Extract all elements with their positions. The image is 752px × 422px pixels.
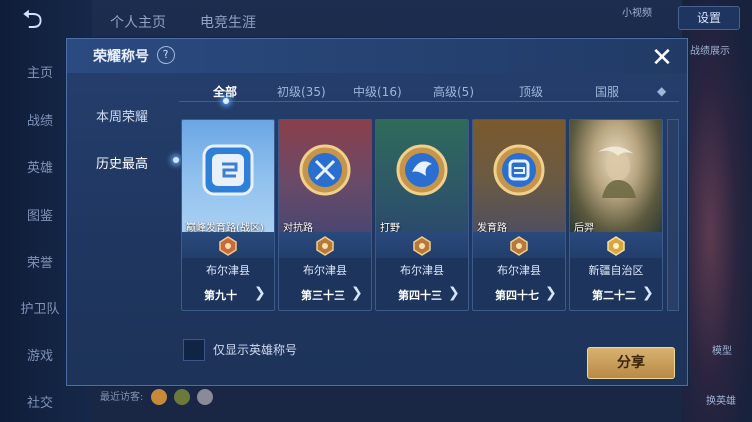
card-region: 布尔津县 bbox=[303, 264, 347, 277]
visitor-avatar[interactable] bbox=[150, 389, 167, 405]
card-region: 布尔津县 bbox=[497, 264, 541, 277]
tab-beginner[interactable]: 初级(35) bbox=[277, 83, 326, 100]
share-button[interactable]: 分享 bbox=[587, 347, 675, 379]
chevron-right-icon[interactable]: ❯ bbox=[448, 285, 460, 301]
rank-badge-icon bbox=[219, 236, 237, 256]
card-rank-row[interactable]: 第四十三 ❯ bbox=[376, 282, 468, 308]
bg-tab-esports[interactable]: 电竞生涯 bbox=[200, 12, 256, 32]
chevron-right-icon[interactable]: ❯ bbox=[642, 285, 654, 301]
side-item-this-week[interactable]: 本周荣耀 bbox=[67, 106, 177, 125]
card-ribbon bbox=[279, 232, 371, 258]
tab-top[interactable]: 顶级 bbox=[519, 83, 543, 100]
honor-title-modal: 荣耀称号 ? ✕ 本周荣耀 历史最高 全部 初级(35) 中级(16) 高级(5… bbox=[66, 38, 688, 386]
card-region: 新疆自治区 bbox=[588, 264, 644, 277]
bg-label-switch-hero[interactable]: 换英雄 bbox=[706, 392, 736, 407]
title-card[interactable]: 打野 布尔津县 第四十三 ❯ bbox=[375, 119, 469, 311]
peak-emblem-icon bbox=[202, 144, 254, 196]
card-ribbon bbox=[570, 232, 662, 258]
title-card[interactable]: 后羿 新疆自治区 第二十二 ❯ bbox=[569, 119, 663, 311]
sword-emblem-icon bbox=[299, 144, 351, 196]
modal-title: 荣耀称号 bbox=[93, 49, 149, 65]
visitor-avatar[interactable] bbox=[196, 389, 213, 405]
bg-label-showcase[interactable]: 战绩展示 bbox=[690, 42, 730, 57]
title-card-partial[interactable] bbox=[667, 119, 679, 311]
card-ribbon bbox=[376, 232, 468, 258]
card-ribbon bbox=[182, 232, 274, 258]
tab-intermediate[interactable]: 中级(16) bbox=[353, 83, 402, 100]
rank-badge-icon bbox=[510, 236, 528, 256]
chevron-right-icon[interactable]: ❯ bbox=[351, 285, 363, 301]
chevron-right-icon[interactable]: ❯ bbox=[254, 285, 266, 301]
jungle-emblem-icon bbox=[396, 144, 448, 196]
rank-badge-icon bbox=[607, 236, 625, 256]
hero-only-checkbox[interactable] bbox=[183, 339, 205, 361]
bg-tab-profile[interactable]: 个人主页 bbox=[110, 12, 166, 32]
card-region: 布尔津县 bbox=[206, 264, 250, 277]
card-rank-row[interactable]: 第九十 ❯ bbox=[182, 282, 274, 308]
close-icon[interactable]: ✕ bbox=[647, 43, 677, 73]
card-rank: 第三十三 bbox=[301, 289, 345, 302]
title-card[interactable]: 对抗路 布尔津县 第三十三 ❯ bbox=[278, 119, 372, 311]
title-card[interactable]: 巅峰发育路(战区) 布尔津县 第九十 ❯ bbox=[181, 119, 275, 311]
side-item-history-best[interactable]: 历史最高 bbox=[67, 153, 177, 172]
card-rank-row[interactable]: 第四十七 ❯ bbox=[473, 282, 565, 308]
hero-portrait-icon bbox=[598, 146, 636, 198]
marksman-emblem-icon bbox=[493, 144, 545, 196]
card-rank: 第四十三 bbox=[398, 289, 442, 302]
background-hero-art bbox=[682, 0, 752, 422]
tab-advanced[interactable]: 高级(5) bbox=[433, 83, 474, 100]
card-ribbon bbox=[473, 232, 565, 258]
tab-active-indicator bbox=[223, 98, 229, 104]
settings-button[interactable]: 设置 bbox=[678, 6, 740, 30]
tab-underline bbox=[179, 101, 679, 102]
recent-visitors-label: 最近访客: bbox=[100, 392, 144, 403]
hero-only-checkbox-label[interactable]: 仅显示英雄称号 bbox=[213, 341, 297, 358]
recent-visitors: 最近访客: bbox=[100, 388, 213, 405]
chevron-right-icon[interactable]: ❯ bbox=[545, 285, 557, 301]
bg-label-model[interactable]: 模型 bbox=[712, 342, 732, 357]
card-rank: 第九十 bbox=[204, 289, 237, 302]
card-region: 布尔津县 bbox=[400, 264, 444, 277]
side-active-indicator bbox=[173, 157, 179, 163]
tab-more-icon[interactable]: ◆ bbox=[657, 84, 666, 98]
rank-badge-icon bbox=[413, 236, 431, 256]
card-rank-row[interactable]: 第二十二 ❯ bbox=[570, 282, 662, 308]
card-rank-row[interactable]: 第三十三 ❯ bbox=[279, 282, 371, 308]
back-arrow-icon[interactable]: ⮌ bbox=[22, 7, 62, 33]
visitor-avatar[interactable] bbox=[173, 389, 190, 405]
card-rank: 第四十七 bbox=[495, 289, 539, 302]
bg-label-video: 小视频 bbox=[622, 8, 652, 19]
title-card[interactable]: 发育路 布尔津县 第四十七 ❯ bbox=[472, 119, 566, 311]
rank-badge-icon bbox=[316, 236, 334, 256]
bg-nav-social[interactable]: 社交 bbox=[0, 392, 80, 411]
tab-national[interactable]: 国服 bbox=[595, 83, 619, 100]
card-rank: 第二十二 bbox=[592, 289, 636, 302]
